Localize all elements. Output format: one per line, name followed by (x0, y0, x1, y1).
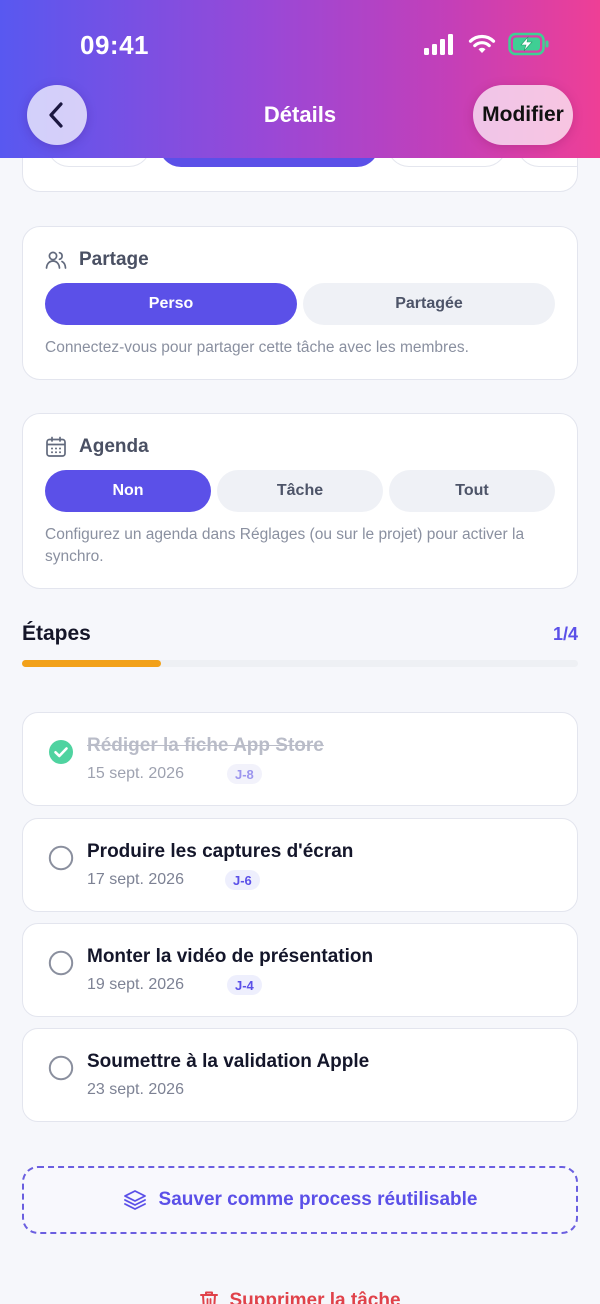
calendar-option-non[interactable]: Non (45, 470, 211, 512)
empty-circle-icon[interactable] (48, 950, 74, 976)
step-item[interactable]: Monter la vidéo de présentation 19 sept.… (22, 923, 578, 1017)
days-left-badge: J-4 (227, 975, 262, 995)
step-title: Produire les captures d'écran (87, 841, 354, 862)
step-title: Soumettre à la validation Apple (87, 1051, 370, 1072)
calendar-segmented-control: Non Tâche Tout (45, 470, 555, 512)
calendar-header: Agenda (45, 436, 149, 458)
days-left-badge: J-8 (227, 764, 262, 784)
sharing-option-partagee[interactable]: Partagée (303, 283, 555, 325)
step-item[interactable]: Produire les captures d'écran 17 sept. 2… (22, 818, 578, 912)
save-as-process-label: Sauver comme process réutilisable (158, 1189, 478, 1210)
sharing-segmented-control: Perso Partagée (45, 283, 555, 325)
signal-icon (424, 34, 453, 55)
nav-header: 09:41 Détails Modifier (0, 0, 600, 158)
status-icons (424, 32, 550, 56)
sharing-hint: Connectez-vous pour partager cette tâche… (45, 339, 469, 356)
steps-count: 1/4 (552, 624, 578, 644)
step-date: 17 sept. 2026 (87, 871, 184, 888)
layers-icon (123, 1190, 146, 1210)
trash-icon (200, 1291, 219, 1304)
save-as-process-button[interactable]: Sauver comme process réutilisable (22, 1166, 578, 1234)
calendar-option-tache[interactable]: Tâche (217, 470, 383, 512)
step-item[interactable]: Soumettre à la validation Apple 23 sept.… (22, 1028, 578, 1122)
delete-task-button[interactable]: Supprimer la tâche (0, 1290, 600, 1304)
users-icon (45, 251, 67, 269)
step-title: Rédiger la fiche App Store (87, 735, 324, 756)
sharing-header: Partage (45, 249, 149, 271)
step-item[interactable]: Rédiger la fiche App Store 15 sept. 2026… (22, 712, 578, 806)
steps-progress-bar (22, 660, 578, 667)
step-date: 19 sept. 2026 (87, 976, 184, 993)
steps-progress-fill (22, 660, 161, 667)
delete-task-label: Supprimer la tâche (229, 1290, 401, 1304)
sharing-card: Partage Perso Partagée Connectez-vous po… (22, 226, 578, 380)
wifi-icon (468, 34, 496, 53)
calendar-option-tout[interactable]: Tout (389, 470, 555, 512)
empty-circle-icon[interactable] (48, 1055, 74, 1081)
sharing-title: Partage (79, 249, 149, 270)
calendar-icon (46, 436, 66, 457)
calendar-hint: Configurez un agenda dans Réglages (ou s… (45, 526, 525, 565)
step-date: 23 sept. 2026 (87, 1081, 184, 1098)
step-date: 15 sept. 2026 (87, 765, 184, 782)
days-left-badge: J-6 (225, 870, 260, 890)
step-title: Monter la vidéo de présentation (87, 946, 374, 967)
edit-button[interactable]: Modifier (473, 85, 573, 145)
calendar-card: Agenda Non Tâche Tout Configurez un agen… (22, 413, 578, 589)
status-time: 09:41 (80, 30, 149, 60)
calendar-title: Agenda (79, 436, 149, 457)
check-circle-icon[interactable] (48, 739, 74, 765)
steps-title: Étapes (22, 622, 91, 645)
sharing-option-perso[interactable]: Perso (45, 283, 297, 325)
battery-charging-icon (508, 32, 549, 56)
empty-circle-icon[interactable] (48, 845, 74, 871)
